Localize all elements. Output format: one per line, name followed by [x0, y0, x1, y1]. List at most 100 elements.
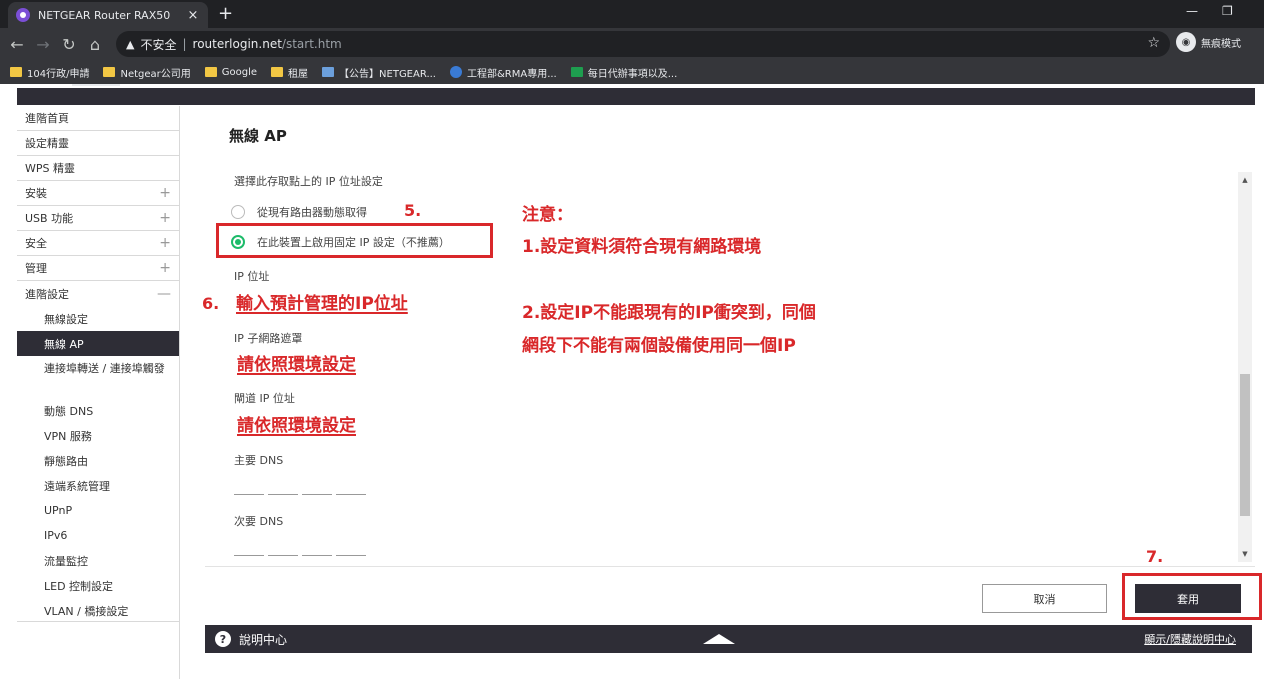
bookmark-label: 【公告】NETGEAR...	[339, 68, 436, 80]
url-host: routerlogin.net	[192, 37, 282, 51]
dns-octet-field[interactable]	[234, 555, 264, 556]
scroll-up-arrow-icon[interactable]: ▲	[1238, 174, 1252, 186]
sidebar-subitem-led-control[interactable]: LED 控制設定	[17, 573, 179, 598]
sidebar-item-advanced-home[interactable]: 進階首頁	[17, 106, 179, 131]
bookmark-hover-underline	[72, 84, 120, 86]
primary-dns-input[interactable]	[234, 494, 370, 495]
bookmark-label: 每日代辦事項以及...	[587, 68, 678, 80]
radio-button[interactable]	[231, 205, 245, 219]
sidebar-item-advanced-setup[interactable]: 進階設定 —	[17, 281, 179, 306]
bookmark-item[interactable]: Netgear公司用	[103, 65, 191, 80]
bookmark-star-icon[interactable]: ☆	[1147, 35, 1160, 51]
sidebar-item-label: 安全	[25, 237, 47, 250]
address-bar[interactable]: ▲ 不安全 | routerlogin.net /start.htm ☆	[116, 31, 1170, 57]
back-arrow-icon[interactable]: ←	[4, 35, 30, 54]
bookmark-item[interactable]: 【公告】NETGEAR...	[322, 65, 436, 80]
help-center-label[interactable]: 說明中心	[239, 631, 287, 648]
dns-octet-field[interactable]	[302, 494, 332, 495]
bookmark-label: 租屋	[288, 68, 309, 80]
sidebar-subitem-ipv6[interactable]: IPv6	[17, 523, 179, 548]
forward-arrow-icon[interactable]: →	[30, 35, 56, 54]
reload-icon[interactable]: ↻	[56, 35, 82, 54]
sidebar-subitem-vpn[interactable]: VPN 服務	[17, 423, 179, 448]
sidebar-subitem-dynamic-dns[interactable]: 動態 DNS	[17, 398, 179, 423]
expand-plus-icon[interactable]: +	[159, 260, 171, 276]
radio-dynamic-ip[interactable]: 從現有路由器動態取得	[231, 204, 367, 220]
browser-toolbar: ← → ↻ ⌂ ▲ 不安全 | routerlogin.net /start.h…	[0, 28, 1264, 60]
dns-octet-field[interactable]	[234, 494, 264, 495]
dns-octet-field[interactable]	[268, 555, 298, 556]
bookmark-label: Netgear公司用	[120, 68, 191, 80]
radio-label: 從現有路由器動態取得	[257, 206, 367, 219]
sidebar-item-label: 設定精靈	[25, 137, 69, 150]
maximize-icon[interactable]: ❐	[1222, 4, 1233, 18]
sidebar-bottom-line	[17, 621, 179, 622]
button-area-divider	[205, 566, 1255, 567]
sidebar-item-setup-wizard[interactable]: 設定精靈	[17, 131, 179, 156]
annotation-gateway-hint: 請依照環境設定	[237, 416, 356, 436]
annotation-note-2-line2: 網段下不能有兩個設備使用同一個IP	[522, 336, 796, 356]
help-question-icon[interactable]: ?	[215, 631, 231, 647]
collapse-minus-icon[interactable]: —	[157, 286, 171, 302]
home-icon[interactable]: ⌂	[82, 35, 108, 54]
spreadsheet-icon	[570, 67, 583, 77]
sidebar-item-label: WPS 精靈	[25, 162, 75, 175]
incognito-icon: ◉	[1176, 32, 1196, 52]
dns-octet-field[interactable]	[302, 555, 332, 556]
sidebar-menu: 進階首頁 設定精靈 WPS 精靈 安裝 + USB 功能 + 安全 + 管理 +…	[17, 106, 179, 623]
sidebar-subitem-traffic-meter[interactable]: 流量監控	[17, 548, 179, 573]
router-header-bar	[17, 88, 1255, 105]
folder-icon	[103, 67, 116, 77]
toggle-help-center-link[interactable]: 顯示/隱藏說明中心	[1144, 631, 1236, 647]
sidebar-item-label: 進階首頁	[25, 112, 69, 125]
dns-octet-field[interactable]	[336, 555, 366, 556]
expand-plus-icon[interactable]: +	[159, 235, 171, 251]
ip-setting-label: 選擇此存取點上的 IP 位址設定	[234, 175, 383, 188]
sidebar-item-setup[interactable]: 安裝 +	[17, 181, 179, 206]
secondary-dns-label: 次要 DNS	[234, 515, 284, 528]
dns-octet-field[interactable]	[336, 494, 366, 495]
cancel-button[interactable]: 取消	[982, 584, 1107, 613]
sidebar-item-administration[interactable]: 管理 +	[17, 256, 179, 281]
new-tab-button[interactable]: +	[218, 3, 233, 25]
minimize-icon[interactable]: —	[1186, 4, 1198, 18]
folder-icon	[204, 67, 217, 77]
sidebar-subitem-static-routes[interactable]: 靜態路由	[17, 448, 179, 473]
folder-icon	[10, 67, 22, 77]
sidebar-item-usb[interactable]: USB 功能 +	[17, 206, 179, 231]
tab-close-icon[interactable]: ×	[186, 8, 200, 23]
bookmark-item[interactable]: Google	[204, 67, 257, 78]
expand-up-arrow-icon[interactable]	[703, 634, 735, 644]
help-center-bar: ? 說明中心 顯示/隱藏說明中心	[205, 625, 1252, 653]
bookmark-label: 104行政/申請	[27, 68, 90, 80]
sidebar-subitem-remote-management[interactable]: 遠端系統管理	[17, 473, 179, 498]
bookmarks-bar: 104行政/申請 Netgear公司用 Google 租屋 【公告】NETGEA…	[0, 60, 1264, 84]
scroll-down-arrow-icon[interactable]: ▼	[1238, 548, 1252, 560]
sidebar-subitem-wireless-ap[interactable]: 無線 AP	[17, 331, 179, 356]
incognito-label: 無痕模式	[1201, 38, 1241, 50]
ip-address-label: IP 位址	[234, 270, 270, 283]
expand-plus-icon[interactable]: +	[159, 210, 171, 226]
sidebar-subitem-wireless-settings[interactable]: 無線設定	[17, 306, 179, 331]
sidebar-subitem-port-forwarding[interactable]: 連接埠轉送 / 連接埠觸發	[17, 356, 179, 398]
folder-icon	[271, 67, 284, 77]
insecure-label: 不安全	[140, 37, 177, 52]
bookmark-item[interactable]: 每日代辦事項以及...	[570, 65, 678, 80]
content-scrollbar[interactable]: ▲ ▼	[1238, 172, 1252, 562]
scroll-thumb[interactable]	[1240, 374, 1250, 516]
bookmark-item[interactable]: 租屋	[271, 65, 308, 80]
annotation-step-5: 5.	[404, 201, 422, 220]
dns-octet-field[interactable]	[268, 494, 298, 495]
sidebar-subitem-vlan-bridge[interactable]: VLAN / 橋接設定	[17, 598, 179, 623]
expand-plus-icon[interactable]: +	[159, 185, 171, 201]
sidebar-item-security[interactable]: 安全 +	[17, 231, 179, 256]
browser-tab[interactable]: NETGEAR Router RAX50 ×	[8, 2, 208, 28]
bookmark-item[interactable]: 工程部&RMA專用...	[449, 65, 557, 80]
sidebar-item-label: USB 功能	[25, 212, 74, 225]
url-separator: |	[182, 37, 187, 51]
bookmark-item[interactable]: 104行政/申請	[10, 65, 89, 80]
sidebar-subitem-upnp[interactable]: UPnP	[17, 498, 179, 523]
sidebar-item-wps-wizard[interactable]: WPS 精靈	[17, 156, 179, 181]
secondary-dns-input[interactable]	[234, 555, 370, 556]
incognito-indicator[interactable]: ◉ 無痕模式	[1176, 32, 1241, 52]
